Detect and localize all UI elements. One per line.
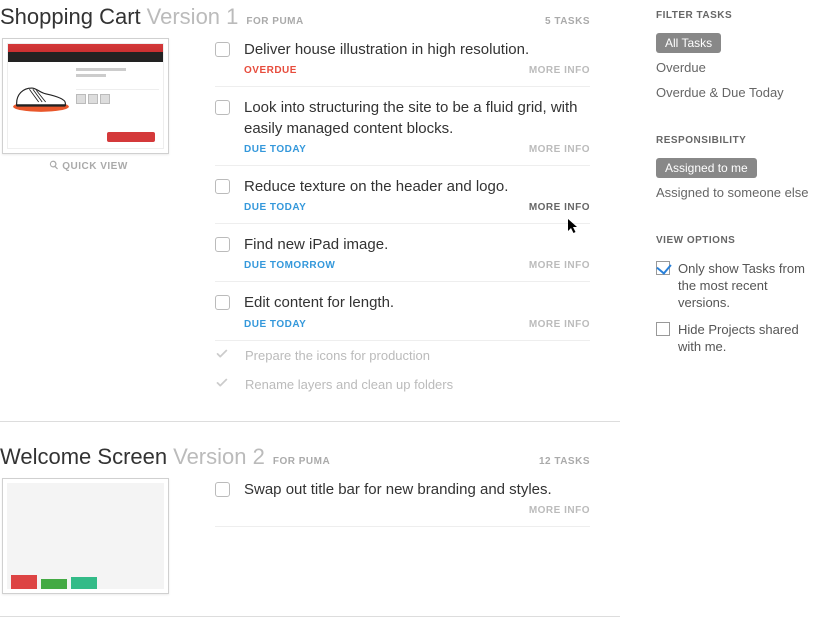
completed-task-title: Prepare the icons for production — [245, 348, 430, 363]
more-info-link[interactable]: MORE INFO — [529, 65, 590, 76]
task-due-label: DUE TODAY — [244, 202, 306, 213]
task-title: Find new iPad image. — [244, 235, 590, 255]
task-due-label: OVERDUE — [244, 65, 297, 76]
completed-task-row: Rename layers and clean up folders — [215, 370, 590, 399]
more-info-link[interactable]: MORE INFO — [529, 260, 590, 271]
project-client: FOR PUMA — [246, 16, 303, 27]
project-thumbnail[interactable] — [2, 478, 169, 594]
task-row: Swap out title bar for new branding and … — [215, 478, 590, 527]
filter_tasks-item[interactable]: All Tasks — [656, 33, 721, 53]
task-row: Edit content for length. DUE TODAY MORE IN… — [215, 282, 590, 340]
view-option-checkbox[interactable] — [656, 322, 670, 336]
view-option-row: Only show Tasks from the most recent ver… — [656, 256, 822, 317]
task-row: Reduce texture on the header and logo. DU… — [215, 166, 590, 224]
task-title: Reduce texture on the header and logo. — [244, 177, 590, 197]
view-option-label: Hide Projects shared with me. — [678, 322, 822, 356]
task-checkbox[interactable] — [215, 42, 230, 57]
check-icon — [215, 376, 231, 393]
task-row: Look into structuring the site to be a f… — [215, 87, 590, 166]
task-title: Swap out title bar for new branding and … — [244, 480, 590, 500]
task-title: Look into structuring the site to be a f… — [244, 98, 590, 139]
task-checkbox[interactable] — [215, 482, 230, 497]
filter_tasks-item[interactable]: Overdue & Due Today — [656, 80, 822, 105]
view-options-heading: VIEW OPTIONS — [656, 235, 822, 246]
view-option-checkbox[interactable] — [656, 261, 670, 275]
project-thumbnail[interactable] — [2, 38, 169, 154]
project-version: Version 1 — [147, 4, 239, 30]
responsibility-item[interactable]: Assigned to someone else — [656, 180, 822, 205]
more-info-link[interactable]: MORE INFO — [529, 144, 590, 155]
task-due-label: DUE TOMORROW — [244, 260, 335, 271]
task-checkbox[interactable] — [215, 179, 230, 194]
task-count: 12 TASKS — [539, 456, 620, 467]
task-checkbox[interactable] — [215, 237, 230, 252]
project-client: FOR PUMA — [273, 456, 330, 467]
more-info-link[interactable]: MORE INFO — [529, 202, 590, 213]
view-option-label: Only show Tasks from the most recent ver… — [678, 261, 822, 312]
task-title: Deliver house illustration in high resol… — [244, 40, 590, 60]
responsibility-item[interactable]: Assigned to me — [656, 158, 757, 178]
project-header: Welcome ScreenVersion 2 FOR PUMA 12 TASKS — [0, 440, 620, 478]
project-version: Version 2 — [173, 444, 265, 470]
quick-view-button[interactable]: QUICK VIEW — [2, 160, 175, 172]
project-title: Welcome Screen — [0, 444, 167, 470]
completed-task-title: Rename layers and clean up folders — [245, 377, 453, 392]
more-info-link[interactable]: MORE INFO — [529, 505, 590, 516]
check-icon — [215, 347, 231, 364]
more-info-link[interactable]: MORE INFO — [529, 319, 590, 330]
task-checkbox[interactable] — [215, 100, 230, 115]
task-row: Find new iPad image. DUE TOMORROW MORE INF… — [215, 224, 590, 282]
project-title: Shopping Cart — [0, 4, 141, 30]
completed-task-row: Prepare the icons for production — [215, 341, 590, 370]
responsibility-heading: RESPONSIBILITY — [656, 135, 822, 146]
project-header: Shopping CartVersion 1 FOR PUMA 5 TASKS — [0, 0, 620, 38]
filter_tasks-heading: FILTER TASKS — [656, 10, 822, 21]
view-option-row: Hide Projects shared with me. — [656, 317, 822, 361]
task-title: Edit content for length. — [244, 293, 590, 313]
task-checkbox[interactable] — [215, 295, 230, 310]
filter_tasks-item[interactable]: Overdue — [656, 55, 822, 80]
task-due-label: DUE TODAY — [244, 319, 306, 330]
task-count: 5 TASKS — [545, 16, 620, 27]
task-due-label: DUE TODAY — [244, 144, 306, 155]
task-row: Deliver house illustration in high resol… — [215, 38, 590, 87]
